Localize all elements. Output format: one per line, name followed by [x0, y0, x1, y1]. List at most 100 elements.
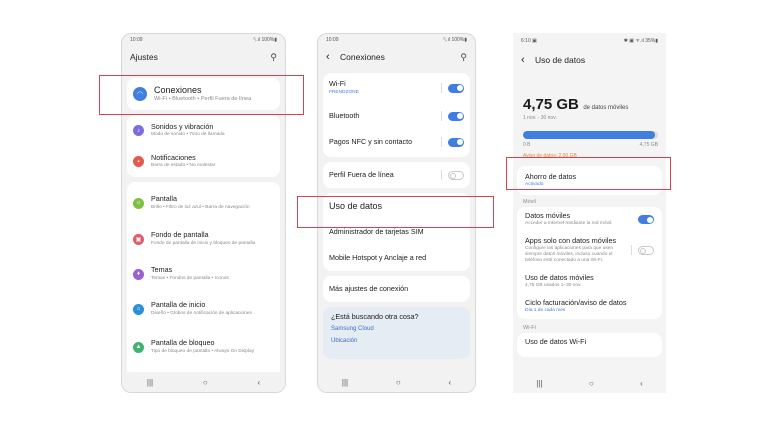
connections-group-2: Perfil Fuera de línea	[323, 162, 470, 188]
status-bar: 6:10 ▣ ✱ ▣ ᯤ.ıl 35%▮	[513, 33, 666, 49]
datos-moviles-toggle[interactable]	[638, 215, 654, 225]
search-icon[interactable]: ⚲	[270, 52, 277, 63]
mobile-group: Datos móviles Acceder a Internet mediant…	[517, 207, 662, 319]
recent-apps-button[interactable]: |||	[342, 378, 348, 387]
item-subtitle: Barra de estado • No molestar	[151, 163, 216, 169]
ciclo-title: Ciclo facturación/aviso de datos	[525, 297, 627, 307]
settings-item-bloqueo[interactable]: ▲ Pantalla de bloqueo Tipo de bloqueo de …	[127, 328, 280, 366]
settings-item-sonidos[interactable]: ♪ Sonidos y vibración Modo de sonido • To…	[127, 115, 280, 146]
wifi-row[interactable]: Wi-Fi FRENDZONE	[323, 73, 470, 103]
settings-item-fondo[interactable]: ▣ Fondo de pantalla Fondo de pantalla de …	[127, 220, 280, 258]
uso-moviles-title: Uso de datos móviles	[525, 272, 594, 282]
home-button[interactable]: ○	[589, 379, 594, 388]
settings-item-notificaciones[interactable]: ▪ Notificaciones Barra de estado • No mol…	[127, 146, 280, 177]
item-title: Fondo de pantalla	[151, 230, 209, 240]
item-title: Pantalla	[151, 194, 177, 204]
status-icons: ⁰ᵢ.ıl 100%▮	[253, 37, 277, 43]
item-title: Notificaciones	[151, 152, 196, 162]
suggestions-title: ¿Está buscando otra cosa?	[331, 312, 419, 321]
phone-data-usage: 6:10 ▣ ✱ ▣ ᯤ.ıl 35%▮ ‹ Uso de datos 4,75…	[513, 33, 666, 393]
highlight-conexiones	[99, 75, 304, 115]
item-title: Sonidos y vibración	[151, 121, 214, 131]
hotspot-row[interactable]: Mobile Hotspot y Anclaje a red	[323, 245, 470, 271]
wallpaper-icon: ▣	[133, 233, 144, 245]
status-time: 10:09	[130, 37, 143, 43]
page-title: Uso de datos	[535, 55, 586, 65]
status-bar: 10:09 ⁰ᵢ.ıl 100%▮	[122, 34, 285, 46]
back-button[interactable]: ‹	[257, 378, 260, 387]
back-arrow-icon[interactable]: ‹	[521, 54, 535, 66]
ciclo-sub: Día 1 de cada mes	[525, 307, 566, 313]
back-button[interactable]: ‹	[640, 379, 643, 388]
wifi-toggle[interactable]	[448, 83, 464, 93]
uso-wifi-row[interactable]: Uso de datos Wi-Fi	[517, 332, 662, 357]
settings-item-pantalla[interactable]: ☼ Pantalla Brillo • Filtro de luz azul • …	[127, 182, 280, 220]
mas-ajustes-label: Más ajustes de conexión	[329, 283, 409, 293]
notification-icon: ▪	[133, 156, 144, 167]
usage-amount: 4,75 GB	[523, 96, 579, 113]
settings-item-inicio[interactable]: ⌂ Pantalla de inicio Diseño • Globos de n…	[127, 290, 280, 328]
nfc-toggle[interactable]	[448, 137, 464, 147]
usage-bar-fill	[523, 131, 656, 139]
status-time: 10:09	[326, 37, 339, 43]
wifi-network: FRENDZONE	[329, 89, 359, 95]
app-bar: ‹ Uso de datos	[513, 49, 666, 71]
usage-bar	[523, 131, 658, 139]
perfil-label: Perfil Fuera de línea	[329, 169, 394, 179]
bluetooth-toggle[interactable]	[448, 111, 464, 121]
usage-period: 1 nov. - 30 nov.	[523, 115, 557, 121]
section-wifi: Wi-Fi	[523, 324, 536, 331]
bluetooth-label: Bluetooth	[329, 110, 360, 120]
item-subtitle: Fondo de pantalla de inicio y bloqueo de…	[151, 240, 256, 246]
status-time: 6:10 ▣	[521, 38, 537, 44]
status-bar: 10:09 ⁰ᵢ.ıl 100%▮	[318, 34, 475, 46]
apps-solo-row[interactable]: Apps solo con datos móviles Configure la…	[517, 232, 662, 269]
scale-max: 4,75 GB	[639, 142, 658, 148]
recent-apps-button[interactable]: |||	[536, 379, 542, 388]
back-arrow-icon[interactable]: ‹	[326, 51, 340, 63]
themes-icon: ♦	[133, 268, 144, 280]
home-button[interactable]: ○	[396, 378, 401, 387]
settings-group-1: ♪ Sonidos y vibración Modo de sonido • To…	[127, 115, 280, 177]
apps-solo-toggle[interactable]	[638, 245, 654, 255]
apps-solo-sub: Configure las aplicaciones para que usen…	[525, 246, 613, 263]
nav-bar: ||| ○ ‹	[513, 373, 666, 393]
perfil-row[interactable]: Perfil Fuera de línea	[323, 162, 470, 188]
status-icons: ✱ ▣ ᯤ.ıl 35%▮	[623, 38, 658, 44]
item-subtitle: Temas • Fondos de pantalla • Iconos	[151, 275, 229, 281]
home-button[interactable]: ○	[203, 378, 208, 387]
nfc-row[interactable]: Pagos NFC y sin contacto	[323, 129, 470, 155]
display-icon: ☼	[133, 197, 144, 209]
connections-group-4: Más ajustes de conexión	[323, 276, 470, 302]
item-subtitle: Tipo de bloqueo de pantalla • Always On …	[151, 348, 255, 354]
perfil-toggle[interactable]	[448, 170, 464, 180]
nav-bar: ||| ○ ‹	[318, 372, 475, 392]
recent-apps-button[interactable]: |||	[147, 378, 153, 387]
ciclo-row[interactable]: Ciclo facturación/aviso de datos Día 1 d…	[517, 294, 662, 319]
item-subtitle: Diseño • Globos de notificación de aplic…	[151, 310, 252, 316]
ubicacion-link[interactable]: Ubicación	[323, 335, 470, 347]
usage-amount-label: de datos móviles	[583, 105, 629, 111]
search-icon[interactable]: ⚲	[460, 52, 467, 63]
suggestions-card: ¿Está buscando otra cosa? Samsung Cloud …	[323, 307, 470, 359]
item-title: Pantalla de inicio	[151, 300, 206, 310]
apps-solo-title: Apps solo con datos móviles	[525, 236, 617, 246]
highlight-uso-datos	[297, 196, 494, 228]
uso-moviles-sub: 4,75 GB usados 1–30 nov.	[525, 282, 582, 288]
mas-ajustes-row[interactable]: Más ajustes de conexión	[323, 276, 470, 302]
sim-manager-label: Administrador de tarjetas SIM	[329, 226, 424, 236]
usage-scale: 0 B 4,75 GB	[523, 142, 658, 148]
back-button[interactable]: ‹	[448, 378, 451, 387]
settings-group-2: ☼ Pantalla Brillo • Filtro de luz azul • …	[127, 182, 280, 382]
section-movil: Móvil	[523, 199, 536, 206]
nfc-label: Pagos NFC y sin contacto	[329, 136, 413, 146]
datos-moviles-sub: Acceder a Internet mediante la red móvil…	[525, 221, 613, 227]
samsung-cloud-link[interactable]: Samsung Cloud	[323, 323, 470, 335]
settings-item-temas[interactable]: ♦ Temas Temas • Fondos de pantalla • Icon…	[127, 258, 280, 290]
nav-bar: ||| ○ ‹	[122, 372, 285, 392]
uso-moviles-row[interactable]: Uso de datos móviles 4,75 GB usados 1–30…	[517, 269, 662, 294]
lock-icon: ▲	[133, 341, 144, 353]
item-subtitle: Modo de sonido • Tono de llamada	[151, 132, 225, 138]
bluetooth-row[interactable]: Bluetooth	[323, 103, 470, 129]
datos-moviles-row[interactable]: Datos móviles Acceder a Internet mediant…	[517, 207, 662, 232]
